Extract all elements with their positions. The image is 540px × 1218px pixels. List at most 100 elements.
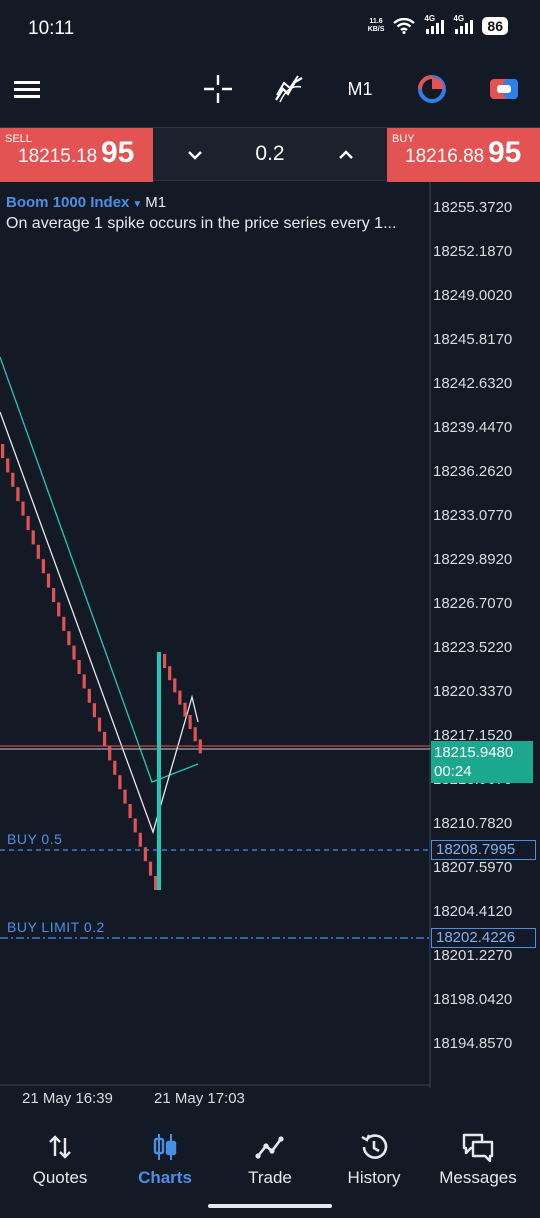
bear-candle — [113, 760, 117, 775]
crosshair-icon — [204, 75, 232, 103]
indicators-button[interactable] — [273, 72, 305, 106]
candles-group — [1, 444, 202, 890]
price-axis-label: 18252.1870 — [433, 243, 513, 260]
price-axis-label: 18229.8920 — [433, 551, 513, 568]
network-speed-unit: KB/S — [367, 26, 385, 33]
menu-button[interactable] — [12, 72, 42, 106]
bear-candle — [77, 660, 81, 674]
price-axis-label: 18207.5970 — [433, 859, 513, 876]
signal-sim1-icon: 4G — [424, 14, 445, 34]
theme-button[interactable] — [416, 72, 448, 106]
buy-limit-order-price[interactable]: 18202.4226 — [431, 928, 536, 948]
status-bar: 10:11 11.6 KB/S 4G 4G 86 — [0, 0, 540, 58]
trade-panel: SELL 18215.18 95 0.2 BUY 18216.88 95 — [0, 127, 540, 182]
bear-candle — [193, 727, 197, 742]
trade-icon — [255, 1136, 284, 1159]
bear-candle — [163, 654, 167, 668]
current-price-value: 18215.9480 — [434, 744, 514, 761]
bear-candle — [148, 861, 153, 876]
messages-icon — [462, 1133, 494, 1162]
candle-countdown: 00:24 — [434, 763, 472, 780]
nav-charts-label: Charts — [138, 1168, 192, 1187]
chart-timeframe: M1 — [145, 194, 167, 211]
home-indicator — [208, 1204, 332, 1208]
bear-candle — [87, 688, 91, 703]
bottom-navigation: Quotes Charts Trade History Messages — [0, 1112, 540, 1218]
battery-level: 86 — [482, 17, 508, 35]
price-axis-label: 18242.6320 — [433, 375, 513, 392]
current-price-tag: 18215.9480 00:24 — [431, 741, 533, 783]
price-axis-label: 18210.7820 — [433, 815, 513, 832]
buy-limit-order-label[interactable]: BUY LIMIT 0.2 — [7, 919, 105, 935]
bear-candle — [72, 645, 76, 660]
buy-order-price[interactable]: 18208.7995 — [431, 840, 536, 860]
chevron-down-icon — [188, 151, 202, 160]
bear-candle — [6, 458, 10, 473]
bear-candle — [11, 472, 15, 487]
nav-messages[interactable]: Messages — [424, 1130, 532, 1188]
bear-candle — [173, 678, 177, 693]
nav-charts[interactable]: Charts — [111, 1130, 219, 1188]
bear-candle — [123, 789, 127, 804]
price-axis-label: 18201.2270 — [433, 947, 513, 964]
bear-candle — [97, 717, 102, 732]
charts-icon — [153, 1134, 177, 1160]
bear-candle — [26, 516, 30, 530]
bear-candle — [133, 818, 137, 833]
bear-candle — [41, 559, 45, 574]
symbol-name[interactable]: Boom 1000 Index — [6, 194, 129, 211]
trade-toggle-icon — [490, 79, 518, 99]
quotes-icon — [49, 1135, 71, 1159]
price-axis-label: 18239.4470 — [433, 419, 513, 436]
sell-button[interactable]: SELL 18215.18 95 — [0, 128, 153, 182]
status-icons: 11.6 KB/S 4G 4G 86 — [367, 14, 508, 35]
sell-price-pips: 95 — [101, 136, 135, 169]
buy-tag: BUY — [392, 133, 415, 145]
bear-candle — [138, 832, 142, 847]
bear-candle — [183, 702, 187, 717]
bear-candle — [198, 739, 202, 754]
buy-order-label[interactable]: BUY 0.5 — [7, 831, 62, 847]
price-axis-label: 18233.0770 — [433, 507, 513, 524]
bear-candle — [62, 616, 66, 631]
price-axis-label: 18255.3720 — [433, 199, 513, 216]
symbol-dropdown-icon[interactable]: ▼ — [132, 199, 142, 210]
chart-area[interactable]: Boom 1000 Index ▼ M1 On average 1 spike oc… — [0, 182, 540, 1107]
network-speed-value: 11.6 — [369, 18, 383, 25]
bear-candle — [128, 804, 132, 818]
bear-candle — [46, 573, 51, 588]
price-axis-label: 18194.8570 — [433, 1035, 513, 1052]
price-axis-label: 18198.0420 — [433, 991, 513, 1008]
nav-quotes[interactable]: Quotes — [6, 1130, 114, 1188]
volume-value[interactable]: 0.2 — [230, 142, 310, 166]
volume-increase-button[interactable] — [331, 140, 361, 170]
crosshair-button[interactable] — [202, 72, 234, 106]
volume-decrease-button[interactable] — [180, 140, 210, 170]
price-axis-label: 18220.3370 — [433, 683, 513, 700]
chart-title[interactable]: Boom 1000 Index ▼ M1 — [6, 194, 166, 211]
time-axis-label: 21 May 16:39 — [22, 1090, 113, 1107]
symbol-description: On average 1 spike occurs in the price s… — [6, 215, 397, 232]
signal-sim2-icon: 4G — [453, 14, 474, 34]
trendline-white — [0, 411, 199, 835]
bear-candle — [103, 732, 107, 746]
chevron-up-icon — [339, 150, 353, 159]
buy-price-pips: 95 — [488, 136, 522, 169]
sell-tag: SELL — [5, 133, 32, 145]
bear-candle — [108, 746, 112, 761]
bear-candle — [67, 631, 71, 646]
spike-candle — [157, 652, 161, 890]
bear-candle — [16, 487, 20, 502]
menu-icon — [14, 81, 40, 98]
price-axis-label: 18236.2620 — [433, 463, 513, 480]
price-axis-label: 18245.8170 — [433, 331, 513, 348]
one-click-trading-button[interactable] — [488, 72, 520, 106]
bear-candle — [1, 444, 5, 458]
bear-candle — [154, 876, 158, 890]
buy-button[interactable]: BUY 18216.88 95 — [387, 128, 540, 182]
price-axis-label: 18249.0020 — [433, 287, 513, 304]
timeframe-button[interactable]: M1 — [342, 72, 378, 106]
nav-history[interactable]: History — [320, 1130, 428, 1188]
nav-messages-label: Messages — [439, 1168, 517, 1187]
nav-trade[interactable]: Trade — [216, 1130, 324, 1188]
